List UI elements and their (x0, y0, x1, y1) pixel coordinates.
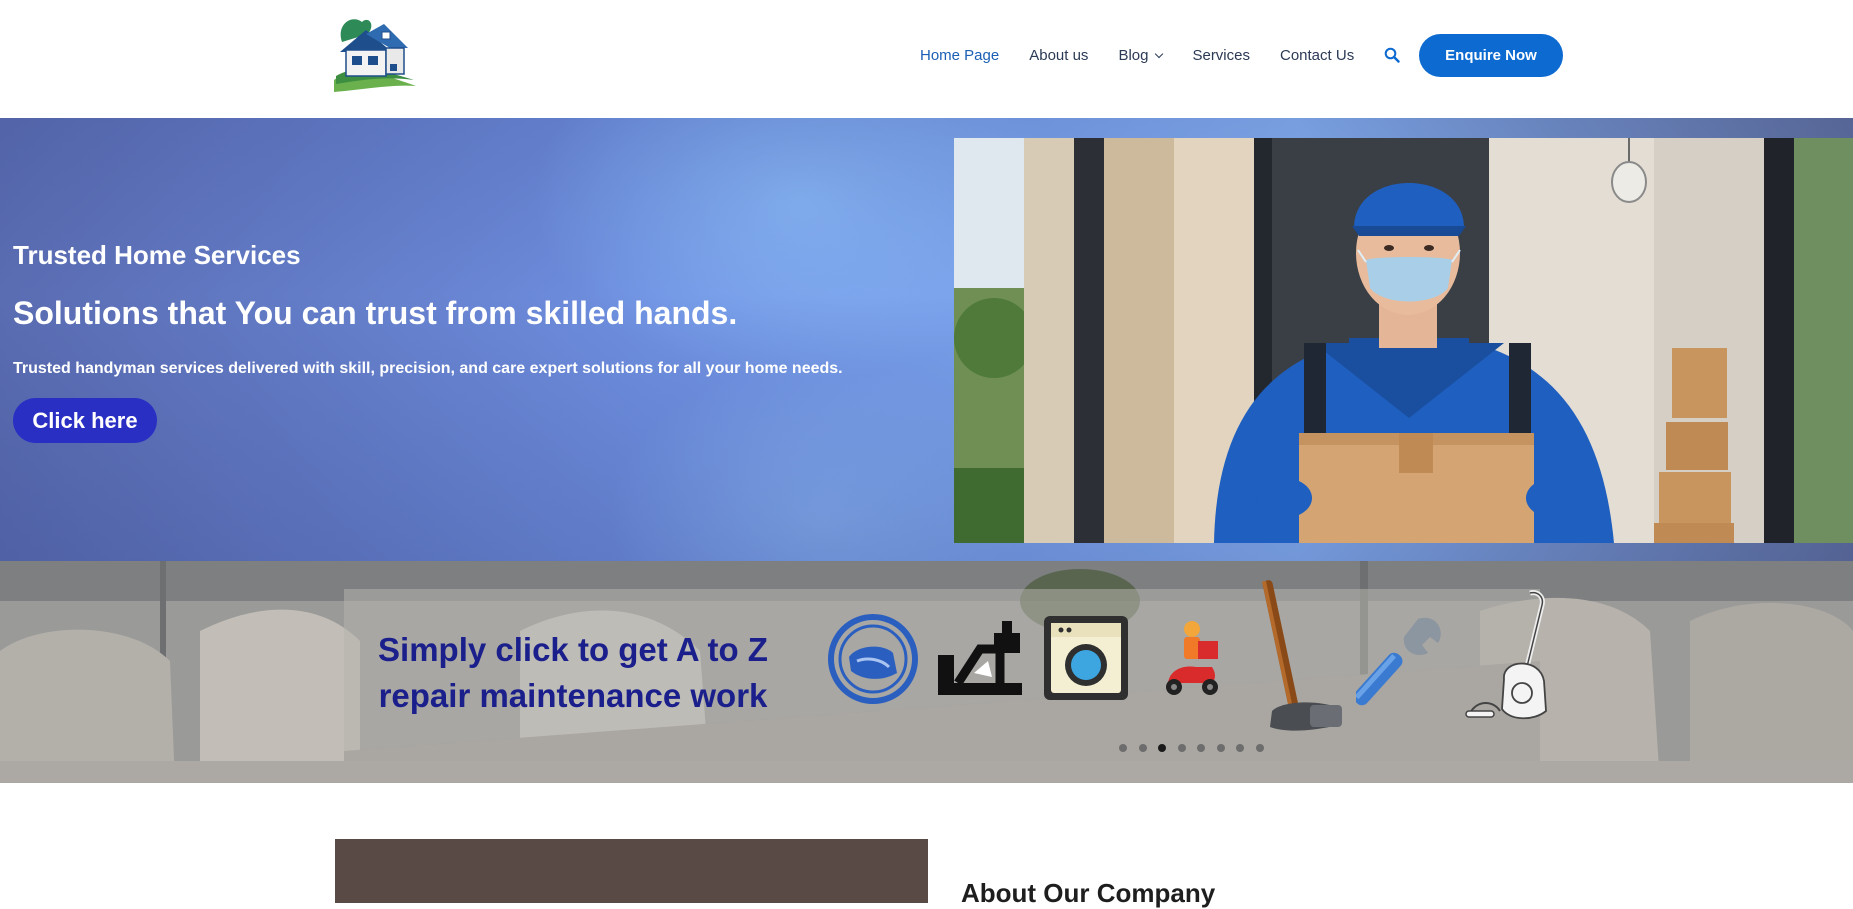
living-room-background (0, 561, 1853, 783)
hero-description: Trusted handyman services delivered with… (13, 360, 843, 377)
search-icon[interactable] (1384, 47, 1400, 63)
slider-dot-4[interactable] (1177, 744, 1186, 752)
delivery-scooter-icon (1162, 617, 1222, 701)
house-logo-icon[interactable] (332, 14, 418, 92)
slider-dot-7[interactable] (1236, 744, 1244, 752)
about-title: About Our Company (961, 878, 1216, 908)
nav-blog[interactable]: Blog (1118, 46, 1164, 64)
site-header: Home Page About us Blog Services Contact… (0, 0, 1853, 118)
washing-machine-icon (1041, 613, 1131, 703)
slider-pagination (1119, 744, 1275, 752)
nav-about[interactable]: About us (1029, 47, 1088, 64)
main-nav: Home Page About us Blog Services Contact… (920, 40, 1384, 70)
click-here-button[interactable]: Click here (13, 398, 157, 443)
cleaning-icon (827, 613, 919, 705)
slider-dot-5[interactable] (1197, 744, 1205, 752)
delivery-worker-photo (954, 138, 1853, 543)
about-company-image (335, 839, 928, 903)
hero-section: Trusted Home Services Solutions that You… (0, 118, 1853, 561)
nav-blog-label: Blog (1118, 46, 1149, 64)
vacuum-cleaner-icon (1464, 589, 1554, 729)
nav-home[interactable]: Home Page (920, 47, 999, 64)
nav-contact[interactable]: Contact Us (1280, 47, 1354, 64)
slider-dot-6[interactable] (1216, 744, 1225, 752)
nav-services[interactable]: Services (1192, 47, 1250, 64)
plumbing-icon (934, 619, 1026, 703)
wrench-icon (1353, 611, 1446, 707)
chevron-down-icon (1155, 49, 1164, 58)
slider-dot-3[interactable] (1158, 744, 1166, 752)
enquire-now-button[interactable]: Enquire Now (1419, 34, 1563, 77)
slider-dot-8[interactable] (1255, 744, 1264, 752)
services-banner: Simply click to get A to Z repair mainte… (0, 561, 1853, 783)
hero-subtitle: Trusted Home Services (13, 240, 301, 270)
banner-tagline: Simply click to get A to Z repair mainte… (378, 631, 768, 714)
hammer-icon (1252, 577, 1346, 737)
slider-dot-2[interactable] (1138, 744, 1147, 752)
slider-dot-1[interactable] (1119, 744, 1127, 752)
hero-title: Solutions that You can trust from skille… (13, 295, 738, 331)
